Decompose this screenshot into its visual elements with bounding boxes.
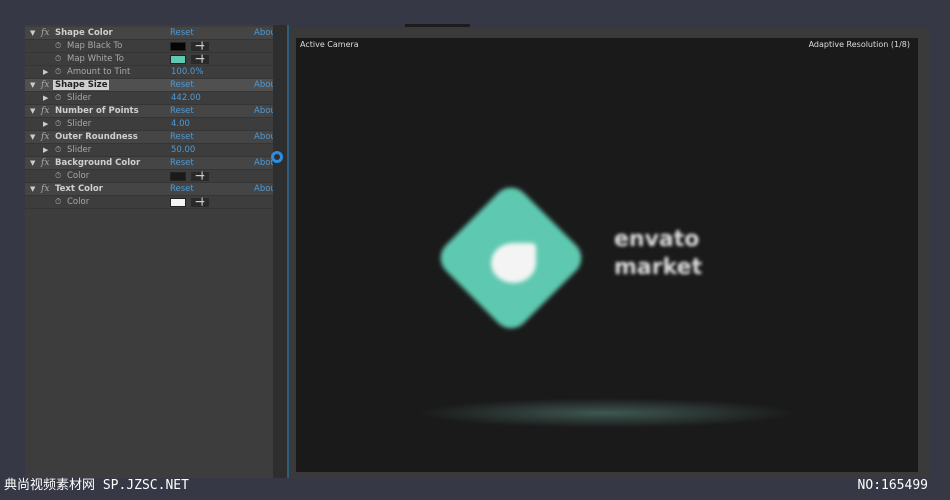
effect-header[interactable]: ▼ fx Outer Roundness Reset Abou bbox=[25, 131, 276, 144]
eyedropper-icon[interactable]: ━╋ bbox=[191, 197, 209, 207]
scrollbar[interactable] bbox=[273, 25, 287, 478]
reset-link[interactable]: Reset bbox=[170, 106, 194, 116]
param-row: ▶ ⏱ Slider 442.00 bbox=[25, 92, 273, 105]
composition-viewer[interactable]: Active Camera Adaptive Resolution (1/8) … bbox=[290, 28, 930, 478]
param-value[interactable]: 442.00 bbox=[171, 93, 201, 103]
effect-name: Background Color bbox=[55, 158, 141, 168]
param-name: Map White To bbox=[67, 54, 125, 64]
effect-header[interactable]: ▼ fx Background Color Reset Abou bbox=[25, 157, 276, 170]
fx-icon: fx bbox=[41, 132, 50, 142]
param-name: Amount to Tint bbox=[67, 67, 131, 77]
param-row: ⏱ Map White To ━╋ bbox=[25, 53, 273, 66]
wordmark: envato market bbox=[614, 227, 703, 280]
reset-link[interactable]: Reset bbox=[170, 132, 194, 142]
param-name: Slider bbox=[67, 119, 92, 129]
param-row: ⏱ Color ━╋ bbox=[25, 196, 273, 209]
watermark-right: NO:165499 bbox=[857, 478, 928, 493]
expand-triangle-icon[interactable]: ▼ bbox=[30, 29, 35, 37]
effect-name: Outer Roundness bbox=[55, 132, 138, 142]
param-name: Color bbox=[67, 197, 90, 207]
expand-triangle-icon[interactable]: ▼ bbox=[30, 107, 35, 115]
fx-icon: fx bbox=[41, 28, 50, 38]
stopwatch-icon[interactable]: ⏱ bbox=[55, 145, 61, 155]
fx-icon: fx bbox=[41, 184, 50, 194]
reset-link[interactable]: Reset bbox=[170, 28, 194, 38]
stopwatch-icon[interactable]: ⏱ bbox=[55, 197, 61, 207]
param-name: Slider bbox=[67, 93, 92, 103]
effect-name: Shape Size bbox=[53, 80, 110, 90]
param-value[interactable]: 4.00 bbox=[171, 119, 190, 129]
color-swatch[interactable] bbox=[170, 171, 186, 181]
stopwatch-icon[interactable]: ⏱ bbox=[55, 93, 61, 103]
leaf-icon bbox=[491, 243, 536, 283]
effect-header[interactable]: ▼ fx Text Color Reset Abou bbox=[25, 183, 276, 196]
watermark-left: 典尚视频素材网 SP.JZSC.NET bbox=[4, 478, 189, 493]
stopwatch-icon[interactable]: ⏱ bbox=[55, 67, 61, 77]
param-row: ▶ ⏱ Amount to Tint 100.0% bbox=[25, 66, 273, 79]
param-row: ⏱ Map Black To ━╋ bbox=[25, 40, 273, 53]
cursor-indicator-icon bbox=[271, 151, 283, 163]
reset-link[interactable]: Reset bbox=[170, 80, 194, 90]
fx-icon: fx bbox=[41, 80, 50, 90]
param-row: ⏱ Color ━╋ bbox=[25, 170, 273, 183]
param-row: ▶ ⏱ Slider 4.00 bbox=[25, 118, 273, 131]
param-name: Map Black To bbox=[67, 41, 123, 51]
expand-triangle-icon[interactable]: ▼ bbox=[30, 185, 35, 193]
floor-reflection bbox=[416, 398, 796, 428]
eyedropper-icon[interactable]: ━╋ bbox=[191, 54, 209, 64]
expand-triangle-icon[interactable]: ▶ bbox=[43, 94, 48, 102]
viewer-tab-indicator bbox=[405, 24, 470, 27]
effect-name: Shape Color bbox=[55, 28, 113, 38]
param-value[interactable]: 100.0% bbox=[171, 67, 203, 77]
effect-name: Text Color bbox=[55, 184, 103, 194]
effect-header[interactable]: ▼ fx Shape Size Reset Abou bbox=[25, 79, 276, 92]
color-swatch[interactable] bbox=[170, 54, 186, 64]
param-row: ▶ ⏱ Slider 50.00 bbox=[25, 144, 273, 157]
reset-link[interactable]: Reset bbox=[170, 184, 194, 194]
reset-link[interactable]: Reset bbox=[170, 158, 194, 168]
param-value[interactable]: 50.00 bbox=[171, 145, 195, 155]
adaptive-resolution-label: Adaptive Resolution (1/8) bbox=[808, 40, 910, 49]
effect-name: Number of Points bbox=[55, 106, 139, 116]
stopwatch-icon[interactable]: ⏱ bbox=[55, 119, 61, 129]
param-name: Color bbox=[67, 171, 90, 181]
eyedropper-icon[interactable]: ━╋ bbox=[191, 41, 209, 51]
expand-triangle-icon[interactable]: ▶ bbox=[43, 68, 48, 76]
color-swatch[interactable] bbox=[170, 41, 186, 51]
expand-triangle-icon[interactable]: ▶ bbox=[43, 120, 48, 128]
fx-icon: fx bbox=[41, 106, 50, 116]
eyedropper-icon[interactable]: ━╋ bbox=[191, 171, 209, 181]
effect-header[interactable]: ▼ fx Shape Color Reset Abou bbox=[25, 27, 276, 40]
expand-triangle-icon[interactable]: ▶ bbox=[43, 146, 48, 154]
stopwatch-icon[interactable]: ⏱ bbox=[55, 41, 61, 51]
param-name: Slider bbox=[67, 145, 92, 155]
expand-triangle-icon[interactable]: ▼ bbox=[30, 133, 35, 141]
composition-canvas[interactable]: Active Camera Adaptive Resolution (1/8) … bbox=[296, 38, 918, 472]
expand-triangle-icon[interactable]: ▼ bbox=[30, 81, 35, 89]
fx-icon: fx bbox=[41, 158, 50, 168]
color-swatch[interactable] bbox=[170, 197, 186, 207]
effect-controls-panel: ▼ fx Shape Color Reset Abou ⏱ Map Black To ━╋ ⏱ M… bbox=[25, 25, 289, 478]
expand-triangle-icon[interactable]: ▼ bbox=[30, 159, 35, 167]
active-camera-label: Active Camera bbox=[300, 40, 359, 49]
stopwatch-icon[interactable]: ⏱ bbox=[55, 171, 61, 181]
effect-header[interactable]: ▼ fx Number of Points Reset Abou bbox=[25, 105, 276, 118]
stopwatch-icon[interactable]: ⏱ bbox=[55, 54, 61, 64]
